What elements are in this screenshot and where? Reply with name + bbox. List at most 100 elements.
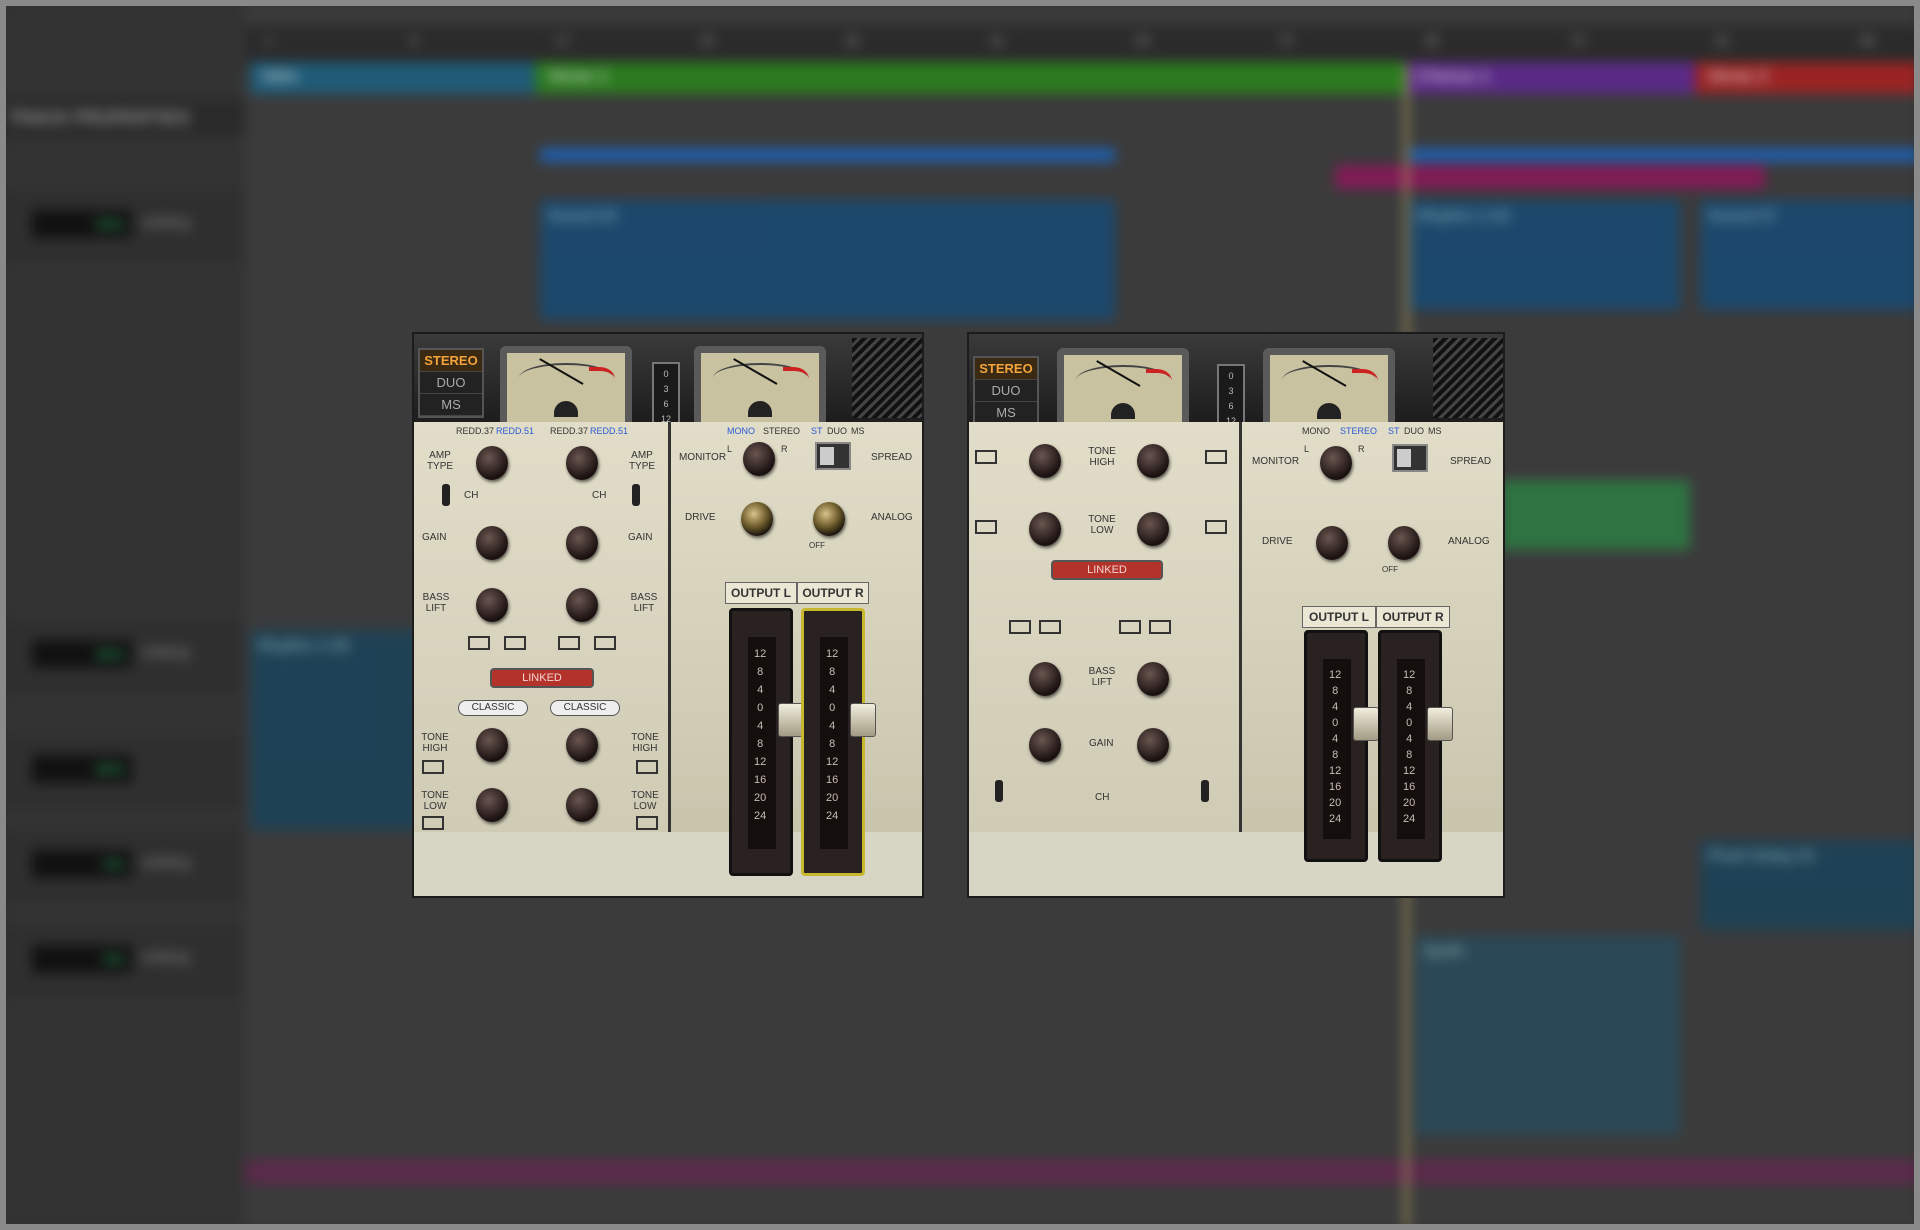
tone-low-shape-icon[interactable] xyxy=(636,816,658,830)
bass-lift-shape-icon[interactable] xyxy=(468,636,490,650)
tone-high-knob-r[interactable] xyxy=(1137,444,1169,478)
ruler-tick: 57 xyxy=(1280,33,1295,48)
track-header[interactable]: 50% setting xyxy=(0,620,245,690)
mode-stereo[interactable]: STEREO xyxy=(420,350,482,372)
fader-handle[interactable] xyxy=(1427,707,1453,741)
bass-lift-knob-l[interactable] xyxy=(1029,662,1061,696)
output-l-fader[interactable]: 12 8 4 0 4 8 12 16 20 24 xyxy=(1304,630,1379,862)
audio-clip[interactable]: Sound 03 xyxy=(540,200,1115,320)
amp-type-knob-l[interactable] xyxy=(476,446,508,480)
tone-low-knob-r[interactable] xyxy=(566,788,598,822)
linked-button[interactable]: LINKED xyxy=(1051,560,1163,580)
mode-selector[interactable]: STEREO DUO MS xyxy=(973,356,1039,426)
output-r-fader[interactable]: 12 8 4 0 4 8 12 16 20 24 xyxy=(1378,630,1453,862)
classic-button-r[interactable]: CLASSIC xyxy=(550,700,620,716)
clip-bar[interactable] xyxy=(1335,165,1765,189)
vu-meter-left xyxy=(1057,348,1189,432)
spread-label: SPREAD xyxy=(871,452,913,463)
bass-lift-shape-icon[interactable] xyxy=(1149,620,1171,634)
tone-high-knob-r[interactable] xyxy=(566,728,598,762)
tone-high-shape-icon[interactable] xyxy=(975,450,997,464)
tone-low-shape-icon[interactable] xyxy=(1205,520,1227,534)
monitor-knob[interactable] xyxy=(1320,446,1352,480)
fader-handle[interactable] xyxy=(1353,707,1379,741)
spread-switch[interactable] xyxy=(1392,444,1428,472)
audio-clip[interactable]: Synth xyxy=(1415,935,1680,1135)
bass-lift-shape-icon[interactable] xyxy=(504,636,526,650)
section-verse-1[interactable]: Verse 1 xyxy=(535,62,1405,94)
section-intro[interactable]: Intro xyxy=(250,62,535,94)
timeline-ruler[interactable]: 191725334149576573818997 xyxy=(245,25,1920,65)
audio-clip[interactable]: Plush Delay 01 xyxy=(1700,840,1920,930)
tone-low-knob-l[interactable] xyxy=(476,788,508,822)
tone-high-shape-icon[interactable] xyxy=(1205,450,1227,464)
analog-knob[interactable] xyxy=(813,502,845,536)
analog-off-label: OFF xyxy=(1382,565,1398,574)
track-header[interactable]: 50% setting xyxy=(0,190,245,260)
track-sidebar xyxy=(0,0,245,1230)
fader-handle[interactable] xyxy=(850,703,876,737)
midi-clip[interactable] xyxy=(1500,480,1690,550)
classic-button-l[interactable]: CLASSIC xyxy=(458,700,528,716)
audio-clip[interactable]: Rhythm 1-03 xyxy=(1410,200,1680,310)
fader-scale-mark: 16 xyxy=(754,774,767,786)
clip-bar[interactable] xyxy=(540,148,1115,162)
tone-high-shape-icon[interactable] xyxy=(636,760,658,774)
ruler-tick: 49 xyxy=(1135,33,1150,48)
bass-lift-shape-icon[interactable] xyxy=(1119,620,1141,634)
mode-stereo[interactable]: STEREO xyxy=(975,358,1037,380)
drive-knob[interactable] xyxy=(741,502,773,536)
fader-scale-mark: 8 xyxy=(757,738,764,750)
ch-toggle[interactable] xyxy=(995,780,1003,802)
ch-toggle[interactable] xyxy=(1201,780,1209,802)
output-r-fader[interactable]: 12 8 4 0 4 8 12 16 20 24 xyxy=(801,608,876,876)
monitor-knob[interactable] xyxy=(743,442,775,476)
amp-type-knob-r[interactable] xyxy=(566,446,598,480)
fader-scale-mark: 0 xyxy=(829,702,836,714)
bass-lift-knob-l[interactable] xyxy=(476,588,508,622)
section-verse-2[interactable]: Verse 2 xyxy=(1695,62,1920,94)
tone-low-knob-r[interactable] xyxy=(1137,512,1169,546)
fader-scale-mark: 24 xyxy=(1329,813,1342,825)
tone-high-knob-l[interactable] xyxy=(476,728,508,762)
spread-switch[interactable] xyxy=(815,442,851,470)
mode-selector[interactable]: STEREO DUO MS xyxy=(418,348,484,418)
tone-low-shape-icon[interactable] xyxy=(975,520,997,534)
tone-low-label: TONE LOW xyxy=(421,790,449,812)
gain-knob-r[interactable] xyxy=(566,526,598,560)
monitor-option: MONO xyxy=(727,426,755,436)
bass-lift-shape-icon[interactable] xyxy=(558,636,580,650)
gain-knob-r[interactable] xyxy=(1137,728,1169,762)
bass-lift-shape-icon[interactable] xyxy=(594,636,616,650)
tone-high-knob-l[interactable] xyxy=(1029,444,1061,478)
linked-button[interactable]: LINKED xyxy=(490,668,594,688)
mode-duo[interactable]: DUO xyxy=(975,380,1037,402)
tone-high-shape-icon[interactable] xyxy=(422,760,444,774)
audio-clip[interactable]: Sound 07 xyxy=(1700,200,1920,310)
audio-clip[interactable]: Rhythm 1-05 xyxy=(250,630,420,830)
ruler-tick: 65 xyxy=(1425,33,1440,48)
mode-duo[interactable]: DUO xyxy=(420,372,482,394)
mode-ms[interactable]: MS xyxy=(420,394,482,416)
bass-lift-shape-icon[interactable] xyxy=(1009,620,1031,634)
mode-ms[interactable]: MS xyxy=(975,402,1037,424)
ch-toggle[interactable] xyxy=(442,484,450,506)
bass-lift-shape-icon[interactable] xyxy=(1039,620,1061,634)
track-header[interactable]: 80% xyxy=(0,735,245,805)
track-header[interactable]: 0% setting xyxy=(0,830,245,900)
track-header[interactable]: 0% setting xyxy=(0,925,245,995)
bass-lift-knob-r[interactable] xyxy=(566,588,598,622)
ch-toggle[interactable] xyxy=(632,484,640,506)
output-l-fader[interactable]: 12 8 4 0 4 8 12 16 20 24 xyxy=(729,608,804,876)
gain-knob-l[interactable] xyxy=(476,526,508,560)
tone-low-knob-l[interactable] xyxy=(1029,512,1061,546)
gain-knob-l[interactable] xyxy=(1029,728,1061,762)
drive-knob[interactable] xyxy=(1316,526,1348,560)
bass-lift-knob-r[interactable] xyxy=(1137,662,1169,696)
clip-bar[interactable] xyxy=(1410,148,1920,162)
tone-low-shape-icon[interactable] xyxy=(422,816,444,830)
eq-section: TONE HIGH TONE LOW LINKED BASS LIFT GAIN… xyxy=(969,422,1239,832)
section-chorus-1[interactable]: Chorus 1 xyxy=(1405,62,1695,94)
analog-knob[interactable] xyxy=(1388,526,1420,560)
grille xyxy=(1433,338,1503,418)
